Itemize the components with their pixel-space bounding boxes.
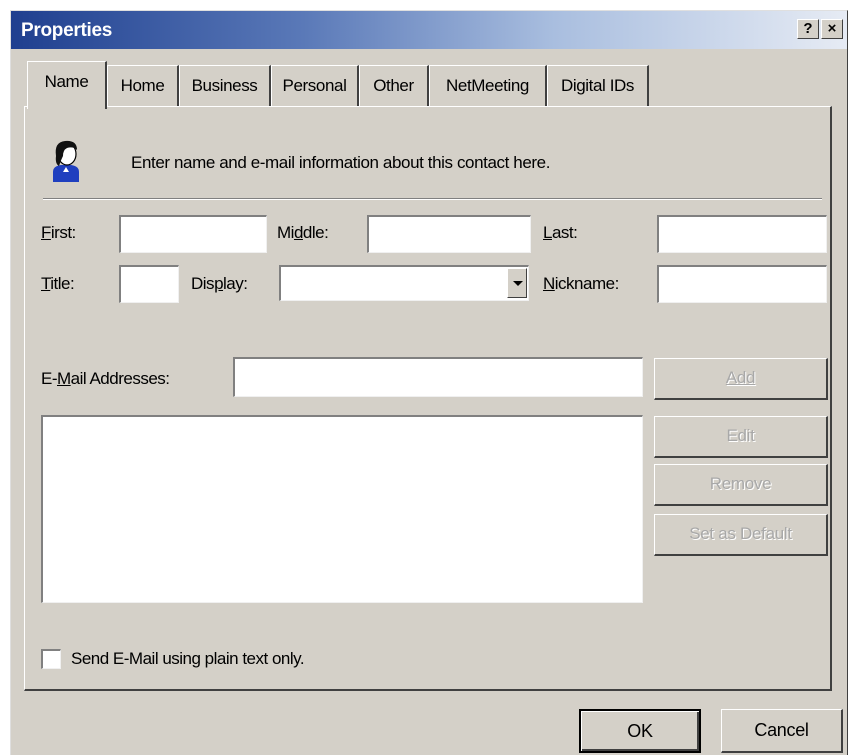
title-field[interactable] xyxy=(119,265,179,303)
tab-other[interactable]: Other xyxy=(359,65,429,107)
display-combo[interactable] xyxy=(279,265,529,301)
first-field[interactable] xyxy=(119,215,267,253)
tab-digital-ids[interactable]: Digital IDs xyxy=(547,65,649,107)
email-label: E-Mail Addresses: xyxy=(41,369,170,388)
tab-personal[interactable]: Personal xyxy=(271,65,359,107)
set-default-button[interactable]: Set as Default xyxy=(654,514,828,556)
cancel-button[interactable]: Cancel xyxy=(721,709,843,753)
tab-name[interactable]: Name xyxy=(27,61,107,109)
tab-netmeeting[interactable]: NetMeeting xyxy=(429,65,547,107)
nickname-field[interactable] xyxy=(657,265,827,303)
display-label: Display: xyxy=(191,274,248,293)
remove-email-button[interactable]: Remove xyxy=(654,464,828,506)
chevron-down-icon[interactable] xyxy=(507,268,527,298)
intro-text: Enter name and e-mail information about … xyxy=(131,153,551,172)
help-button[interactable]: ? xyxy=(797,19,819,39)
add-label: Add xyxy=(725,368,756,387)
email-input[interactable] xyxy=(233,357,643,397)
first-label: First: xyxy=(41,223,76,242)
close-button[interactable]: × xyxy=(821,19,843,39)
plain-text-checkbox[interactable] xyxy=(41,649,61,669)
edit-email-button[interactable]: Edit xyxy=(654,416,828,458)
last-label: Last: xyxy=(543,223,578,242)
add-email-button[interactable]: Add xyxy=(654,358,828,400)
middle-field[interactable] xyxy=(367,215,531,253)
email-list[interactable] xyxy=(41,415,643,603)
title-bar[interactable]: Properties ? × xyxy=(11,11,847,49)
window-title: Properties xyxy=(21,20,112,41)
ok-button[interactable]: OK xyxy=(579,709,701,753)
separator xyxy=(43,198,822,200)
last-field[interactable] xyxy=(657,215,827,253)
nickname-label: Nickname: xyxy=(543,274,619,293)
tab-business[interactable]: Business xyxy=(179,65,271,107)
tab-home[interactable]: Home xyxy=(107,65,179,107)
person-icon xyxy=(53,140,79,182)
plain-text-label: Send E-Mail using plain text only. xyxy=(71,649,305,668)
middle-label: Middle: xyxy=(277,223,329,242)
title-label: Title: xyxy=(41,274,75,293)
properties-dialog: Properties ? × Name Home Business Person… xyxy=(10,10,848,755)
